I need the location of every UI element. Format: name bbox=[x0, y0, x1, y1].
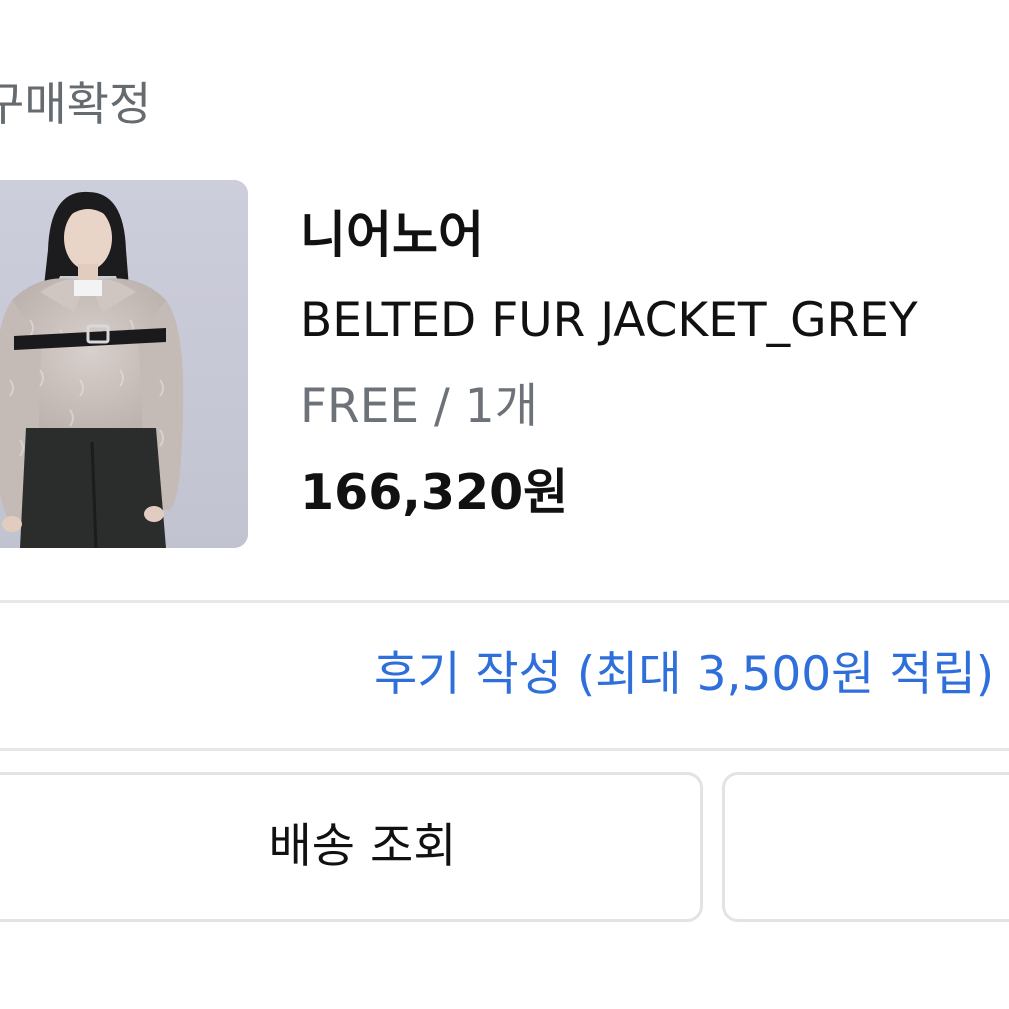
track-shipping-button[interactable]: 배송 조회 bbox=[0, 772, 703, 922]
product-photo-image bbox=[0, 180, 248, 548]
order-status-title: 구매확정 bbox=[0, 77, 152, 131]
product-name[interactable]: BELTED FUR JACKET_GREY bbox=[300, 288, 918, 354]
product-price: 166,320원 bbox=[300, 464, 569, 521]
write-review-link[interactable]: 후기 작성 (최대 3,500원 적립) bbox=[374, 640, 994, 710]
divider bbox=[0, 748, 1009, 751]
track-shipping-label: 배송 조회 bbox=[268, 819, 457, 874]
secondary-action-button[interactable] bbox=[722, 772, 1009, 922]
product-thumbnail[interactable] bbox=[0, 180, 248, 548]
order-item-screen: 구매확정 니어노어 BELTED FUR JACKET_GREY FREE / … bbox=[0, 0, 1009, 1009]
brand-name[interactable]: 니어노어 bbox=[300, 200, 484, 270]
product-option: FREE / 1개 bbox=[300, 379, 538, 434]
divider bbox=[0, 600, 1009, 603]
